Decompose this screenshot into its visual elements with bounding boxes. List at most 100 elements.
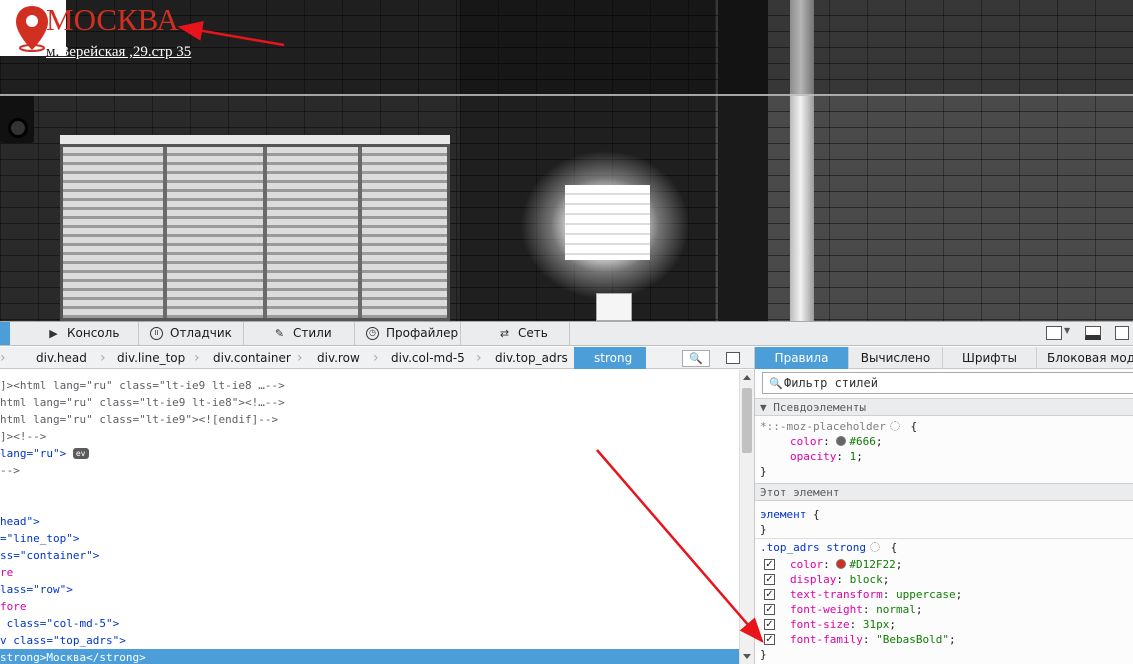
gear-icon[interactable] bbox=[889, 421, 900, 431]
pseudo-elements-header[interactable]: ▼ Псевдоэлементы bbox=[755, 398, 1133, 416]
devtools-panel: ▶ Консоль II Отладчик ✎ Стили ◷ Профайле… bbox=[0, 321, 1133, 664]
markup-line[interactable]: re bbox=[0, 564, 13, 581]
declaration-checkbox[interactable]: ✓ bbox=[764, 619, 775, 630]
tab-box-model[interactable]: Блоковая модель bbox=[1037, 347, 1133, 369]
color-swatch-icon[interactable] bbox=[836, 436, 847, 446]
declaration[interactable]: color: #666; bbox=[790, 434, 883, 449]
tab-network[interactable]: ⇄ Сеть bbox=[490, 322, 570, 345]
breadcrumb-item[interactable]: div.col-md-5 bbox=[391, 347, 465, 369]
markup-line[interactable]: v class="top_adrs"> bbox=[0, 632, 126, 649]
console-icon: ▶ bbox=[49, 327, 58, 340]
tab-label: Отладчик bbox=[170, 326, 232, 340]
markup-line[interactable]: --> bbox=[0, 462, 20, 479]
color-swatch-icon[interactable] bbox=[836, 559, 847, 569]
address-prefix: м. bbox=[46, 44, 60, 60]
this-element-header: Этот элемент bbox=[755, 483, 1133, 501]
declaration-checkbox[interactable]: ✓ bbox=[764, 559, 775, 570]
network-icon: ⇄ bbox=[499, 327, 510, 340]
address-text: Верейская ,29.стр 35 bbox=[59, 44, 192, 60]
tab-label: Сеть bbox=[518, 326, 548, 340]
toggle-sidebar-icon[interactable] bbox=[726, 352, 740, 364]
search-icon[interactable]: 🔍 bbox=[682, 350, 710, 367]
markup-line[interactable]: fore bbox=[0, 598, 27, 615]
collapse-triangle-icon: ▼ bbox=[760, 401, 767, 414]
chevron-right-icon: › bbox=[100, 350, 106, 366]
scrollbar[interactable] bbox=[739, 370, 754, 664]
markup-line[interactable]: ]><html lang="ru" class="lt-ie9 lt-ie8 …… bbox=[0, 377, 285, 394]
rule-close: } bbox=[760, 465, 767, 478]
element-rule: элемент { bbox=[760, 508, 820, 521]
declaration[interactable]: opacity: 1; bbox=[790, 449, 863, 464]
declaration-checkbox[interactable]: ✓ bbox=[764, 589, 775, 600]
declaration[interactable]: color: #D12F22; bbox=[790, 557, 902, 572]
rules-sidebar: Правила Вычислено Шрифты Блоковая модель… bbox=[754, 347, 1133, 664]
tab-inspector[interactable] bbox=[0, 322, 10, 345]
filter-styles-input[interactable]: 🔍 Фильтр стилей bbox=[762, 372, 1133, 394]
gear-icon[interactable] bbox=[869, 542, 880, 552]
chevron-right-icon: › bbox=[297, 350, 303, 366]
breadcrumb-item[interactable]: div.top_adrs bbox=[495, 347, 568, 369]
tab-console[interactable]: ▶ Консоль bbox=[39, 322, 139, 345]
breadcrumb-item-active[interactable]: strong bbox=[574, 347, 647, 369]
declaration[interactable]: font-family: "BebasBold"; bbox=[790, 632, 956, 647]
tab-rules[interactable]: Правила bbox=[755, 347, 849, 369]
scrollbar-thumb[interactable] bbox=[742, 388, 752, 453]
declaration[interactable]: font-weight: normal; bbox=[790, 602, 922, 617]
markup-line[interactable]: ss="container"> bbox=[0, 547, 99, 564]
declaration-checkbox[interactable]: ✓ bbox=[764, 574, 775, 585]
search-icon: 🔍 bbox=[769, 377, 783, 390]
dock-bottom-icon[interactable] bbox=[1085, 326, 1101, 340]
dock-side-icon[interactable] bbox=[1115, 326, 1129, 340]
breadcrumb-item[interactable]: div.line_top bbox=[117, 347, 185, 369]
debugger-icon: II bbox=[150, 327, 163, 340]
declaration-checkbox[interactable]: ✓ bbox=[764, 634, 775, 645]
location-pin-icon bbox=[16, 6, 48, 52]
markup-line[interactable]: lass="row"> bbox=[0, 581, 73, 598]
scroll-down-icon[interactable] bbox=[743, 654, 751, 659]
header-divider bbox=[0, 94, 1133, 96]
website-viewport: МОСКВА м.Верейская ,29.стр 35 bbox=[0, 0, 1133, 321]
markup-line[interactable]: ="line_top"> bbox=[0, 530, 79, 547]
window bbox=[565, 185, 650, 260]
camera-icon bbox=[8, 118, 28, 138]
chevron-right-icon: › bbox=[194, 350, 200, 366]
markup-line[interactable]: html lang="ru" class="lt-ie9 lt-ie8"><!…… bbox=[0, 394, 285, 411]
city-title[interactable]: МОСКВА bbox=[46, 3, 179, 37]
breadcrumb-item[interactable]: div.head bbox=[36, 347, 87, 369]
tab-profiler[interactable]: ◷ Профайлер bbox=[358, 322, 461, 345]
declaration-checkbox[interactable]: ✓ bbox=[764, 604, 775, 615]
responsive-mode-icon[interactable] bbox=[1046, 326, 1062, 340]
filter-placeholder: Фильтр стилей bbox=[784, 376, 878, 390]
scroll-up-icon[interactable] bbox=[743, 375, 751, 380]
declaration[interactable]: text-transform: uppercase; bbox=[790, 587, 962, 602]
breadcrumb: › div.head › div.line_top › div.containe… bbox=[0, 347, 754, 369]
event-badge[interactable]: ev bbox=[72, 448, 89, 459]
chevron-right-icon: › bbox=[0, 350, 6, 366]
sidebar-tabs: Правила Вычислено Шрифты Блоковая модель bbox=[755, 347, 1133, 369]
markup-line[interactable]: class="col-md-5"> bbox=[0, 615, 120, 632]
tab-style-editor[interactable]: ✎ Стили bbox=[265, 322, 355, 345]
chevron-down-icon[interactable]: ▼ bbox=[1064, 326, 1070, 335]
tab-fonts[interactable]: Шрифты bbox=[943, 347, 1037, 369]
garage-door bbox=[60, 144, 450, 321]
chevron-right-icon: › bbox=[476, 350, 482, 366]
tab-computed[interactable]: Вычислено bbox=[849, 347, 943, 369]
tab-label: Стили bbox=[293, 326, 332, 340]
markup-line[interactable]: ]><!--> bbox=[0, 428, 46, 445]
markup-line[interactable]: head"> bbox=[0, 513, 40, 530]
tab-label: Консоль bbox=[67, 326, 120, 340]
rule-selector: *::-moz-placeholder { bbox=[760, 420, 918, 433]
declaration[interactable]: display: block; bbox=[790, 572, 889, 587]
breadcrumb-item[interactable]: div.container bbox=[213, 347, 291, 369]
breadcrumb-item[interactable]: div.row bbox=[317, 347, 360, 369]
address-link[interactable]: м.Верейская ,29.стр 35 bbox=[46, 44, 191, 61]
declaration[interactable]: font-size: 31px; bbox=[790, 617, 896, 632]
wall-sign bbox=[596, 293, 632, 321]
divider bbox=[755, 538, 1133, 539]
tab-debugger[interactable]: II Отладчик bbox=[142, 322, 244, 345]
markup-line-selected[interactable]: strong>Москва</strong> bbox=[0, 649, 739, 664]
markup-line[interactable]: html lang="ru" class="lt-ie9"><![endif]-… bbox=[0, 411, 278, 428]
markup-view: ]><html lang="ru" class="lt-ie9 lt-ie8 …… bbox=[0, 370, 739, 664]
rule-selector: .top_adrs strong { bbox=[760, 541, 898, 554]
markup-line[interactable]: lang="ru"> ev bbox=[0, 445, 89, 462]
